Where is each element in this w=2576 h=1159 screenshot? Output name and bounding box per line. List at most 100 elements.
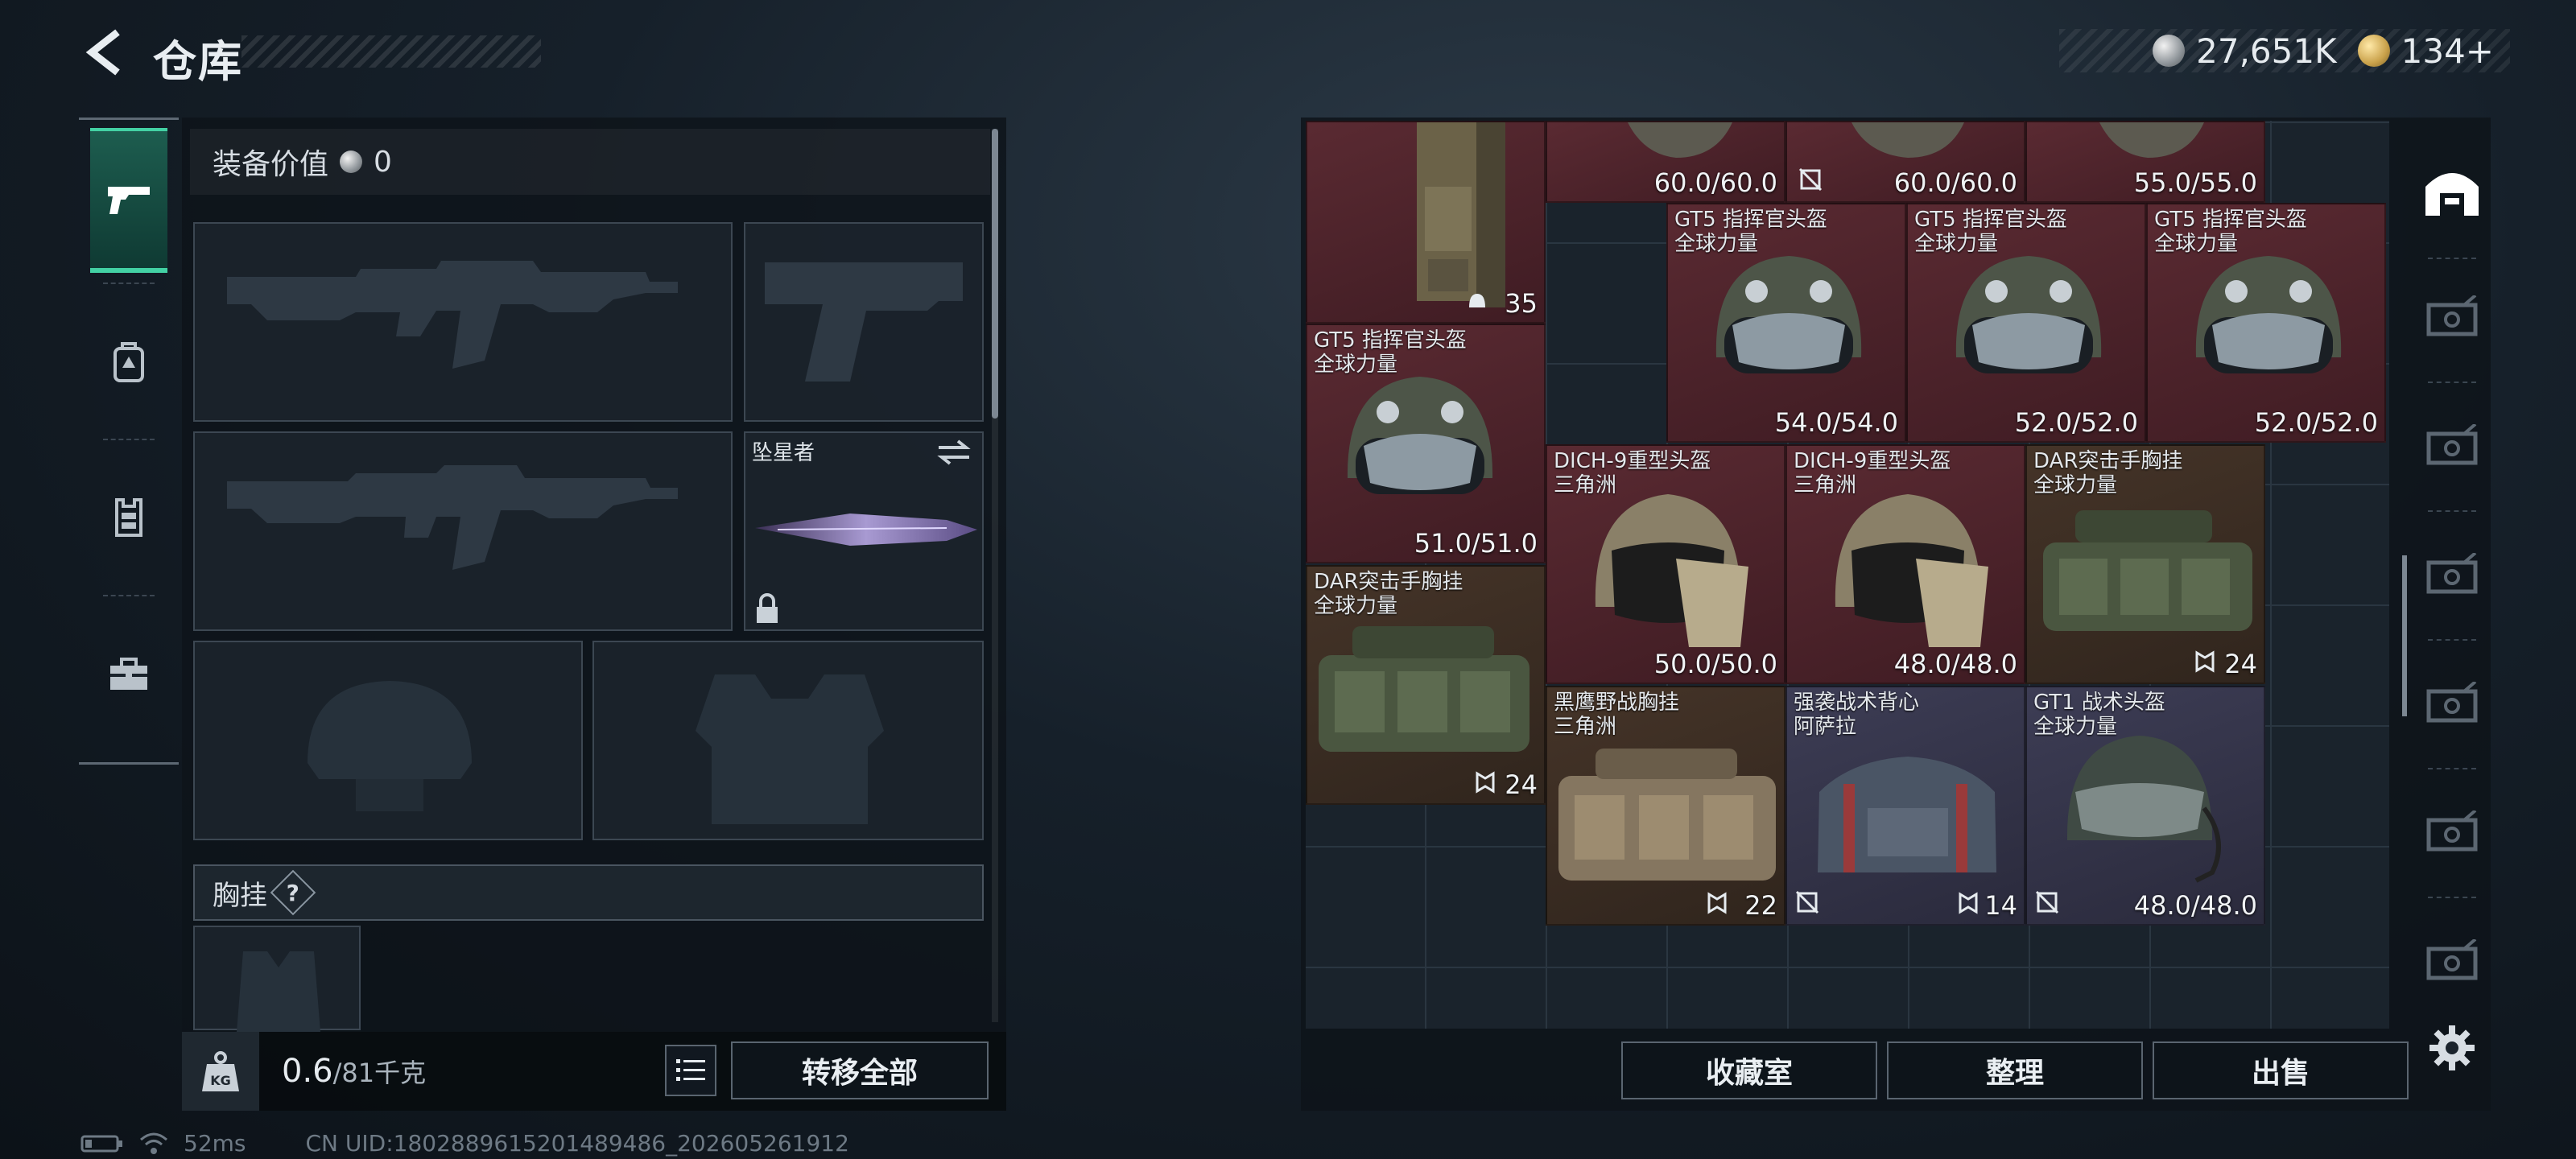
backpack-icon	[114, 342, 144, 382]
swap-icon[interactable]	[935, 436, 972, 468]
silver-coin-icon	[2153, 35, 2186, 67]
status-bar: 52ms CN UID:1802889615201489486_20260526…	[80, 1130, 849, 1157]
container-icon	[2426, 939, 2478, 980]
sort-button[interactable]: 整理	[1887, 1041, 2143, 1099]
item-value: 48.0/48.0	[1893, 649, 2017, 679]
armor-silhouette-icon	[696, 674, 884, 824]
container-icon	[2426, 810, 2478, 852]
item-value: 48.0/48.0	[2133, 890, 2257, 921]
currency-display[interactable]: 27,651K 134+	[2059, 29, 2510, 72]
item-value: 24	[2224, 649, 2257, 679]
container-icon	[2426, 295, 2478, 336]
item-name: GT5 指挥官头盔 全球力量	[1674, 208, 1827, 256]
item-name: GT5 指挥官头盔 全球力量	[1314, 328, 1467, 377]
storage-item[interactable]: GT5 指挥官头盔 全球力量 52.0/52.0	[1906, 203, 2146, 443]
helmet-slot[interactable]	[193, 641, 583, 840]
loadout-scrollbar[interactable]	[992, 129, 998, 419]
body-armor-slot[interactable]	[592, 641, 984, 840]
item-name: DAR突击手胸挂 全球力量	[1314, 570, 1463, 618]
rail-item-storage-2[interactable]	[2413, 258, 2491, 378]
storage-item[interactable]: DAR突击手胸挂 全球力量 24	[2025, 444, 2265, 684]
storage-item[interactable]: 强袭战术背心 阿萨拉 14	[1785, 686, 2025, 926]
rifle-silhouette-icon	[227, 465, 678, 570]
storage-scrollbar[interactable]	[2402, 555, 2407, 716]
rifle-silhouette-icon	[227, 261, 678, 369]
rail-item-storage-4[interactable]	[2413, 515, 2491, 636]
storage-item[interactable]: 55.0/55.0	[2025, 121, 2265, 203]
item-name: DAR突击手胸挂 全球力量	[2033, 449, 2183, 497]
item-value: 52.0/52.0	[2254, 407, 2378, 438]
storage-item[interactable]: 60.0/60.0	[1546, 121, 1785, 203]
storage-item[interactable]: 60.0/60.0	[1785, 121, 2025, 203]
secondary-weapon-slot[interactable]	[193, 431, 733, 631]
slots-icon	[1707, 892, 1728, 918]
container-icon	[2426, 424, 2478, 465]
silver-coin-icon	[340, 151, 363, 173]
item-name: GT5 指挥官头盔 全球力量	[2154, 208, 2307, 256]
storage-item[interactable]: GT5 指挥官头盔 全球力量 54.0/54.0	[1666, 203, 1906, 443]
vest-icon	[115, 498, 142, 537]
item-value: 22	[1744, 890, 1777, 921]
currency-primary-amount: 27,651K	[2196, 31, 2337, 71]
rail-item-storage-7[interactable]	[2413, 901, 2491, 1022]
slots-icon	[1958, 892, 1979, 918]
weight-readout: 0.6/81千克	[282, 1053, 427, 1090]
sell-button[interactable]: 出售	[2153, 1041, 2409, 1099]
collection-room-button[interactable]: 收藏室	[1621, 1041, 1877, 1099]
title-decoration	[242, 35, 541, 68]
helmet-small-icon	[1467, 291, 1488, 314]
item-name: DICH-9重型头盔 三角洲	[1554, 449, 1711, 497]
container-icon	[2426, 682, 2478, 723]
settings-button[interactable]	[2425, 1021, 2479, 1075]
no-insure-icon	[1798, 167, 1823, 195]
wifi-icon	[140, 1132, 167, 1154]
item-value: 35	[1505, 288, 1538, 319]
item-value: 52.0/52.0	[2014, 407, 2138, 438]
rail-item-storage-5[interactable]	[2413, 644, 2491, 765]
equipment-value-bar: 装备价值 0	[190, 129, 990, 195]
melee-slot[interactable]: 坠星者	[744, 431, 984, 631]
storage-item[interactable]: GT5 指挥官头盔 全球力量 51.0/51.0	[1306, 324, 1546, 563]
storage-item[interactable]: GT5 指挥官头盔 全球力量 52.0/52.0	[2146, 203, 2386, 443]
slots-icon	[1475, 771, 1496, 797]
pistol-silhouette-icon	[765, 262, 963, 382]
rail-item-armor[interactable]	[90, 445, 167, 590]
transfer-all-button[interactable]: 转移全部	[731, 1041, 989, 1099]
storage-item[interactable]: DAR突击手胸挂 全球力量 24	[1306, 565, 1546, 805]
storage-item[interactable]: 黑鹰野战胸挂 三角洲 22	[1546, 686, 1785, 926]
storage-item[interactable]: 35	[1306, 121, 1546, 324]
rail-item-storage-3[interactable]	[2413, 386, 2491, 507]
storage-item[interactable]: GT1 战术头盔 全球力量 48.0/48.0	[2025, 686, 2265, 926]
chest-rig-header: 胸挂 ?	[193, 864, 984, 921]
item-name: GT5 指挥官头盔 全球力量	[1914, 208, 2067, 256]
gold-coin-icon	[2357, 35, 2390, 67]
item-name: DICH-9重型头盔 三角洲	[1794, 449, 1951, 497]
page-title: 仓库	[153, 36, 243, 87]
item-value: 51.0/51.0	[1414, 528, 1538, 559]
rail-item-storage[interactable]	[2413, 130, 2491, 251]
storage-item[interactable]: DICH-9重型头盔 三角洲 50.0/50.0	[1546, 444, 1785, 684]
item-value: 50.0/50.0	[1653, 649, 1777, 679]
chest-rig-silhouette-icon	[237, 951, 320, 1032]
rail-item-backpack[interactable]	[90, 289, 167, 434]
rail-item-weapons[interactable]	[90, 128, 167, 273]
helmet-silhouette-icon	[308, 681, 472, 811]
toolbox-icon	[110, 658, 147, 690]
help-icon[interactable]: ?	[270, 869, 316, 916]
item-name: 强袭战术背心 阿萨拉	[1794, 691, 1920, 739]
sidearm-slot[interactable]	[744, 222, 984, 422]
rail-item-tools[interactable]	[90, 601, 167, 746]
rail-item-storage-6[interactable]	[2413, 773, 2491, 893]
back-button[interactable]	[77, 24, 129, 80]
equipment-value-label: 装备价值	[213, 148, 329, 181]
item-value: 55.0/55.0	[2133, 167, 2257, 198]
storage-grid[interactable]: 35 60.0/60.0 60.0/60.0 55.0/55.0 GT5 指挥官…	[1306, 121, 2389, 1029]
list-view-button[interactable]	[665, 1045, 716, 1096]
storage-rail	[2413, 121, 2491, 1022]
primary-weapon-slot[interactable]	[193, 222, 733, 422]
slots-icon	[2194, 650, 2215, 676]
equipment-value: 0	[374, 145, 392, 179]
no-insure-icon	[1795, 890, 1819, 918]
storage-item[interactable]: DICH-9重型头盔 三角洲 48.0/48.0	[1785, 444, 2025, 684]
chest-rig-slot[interactable]	[193, 926, 361, 1032]
